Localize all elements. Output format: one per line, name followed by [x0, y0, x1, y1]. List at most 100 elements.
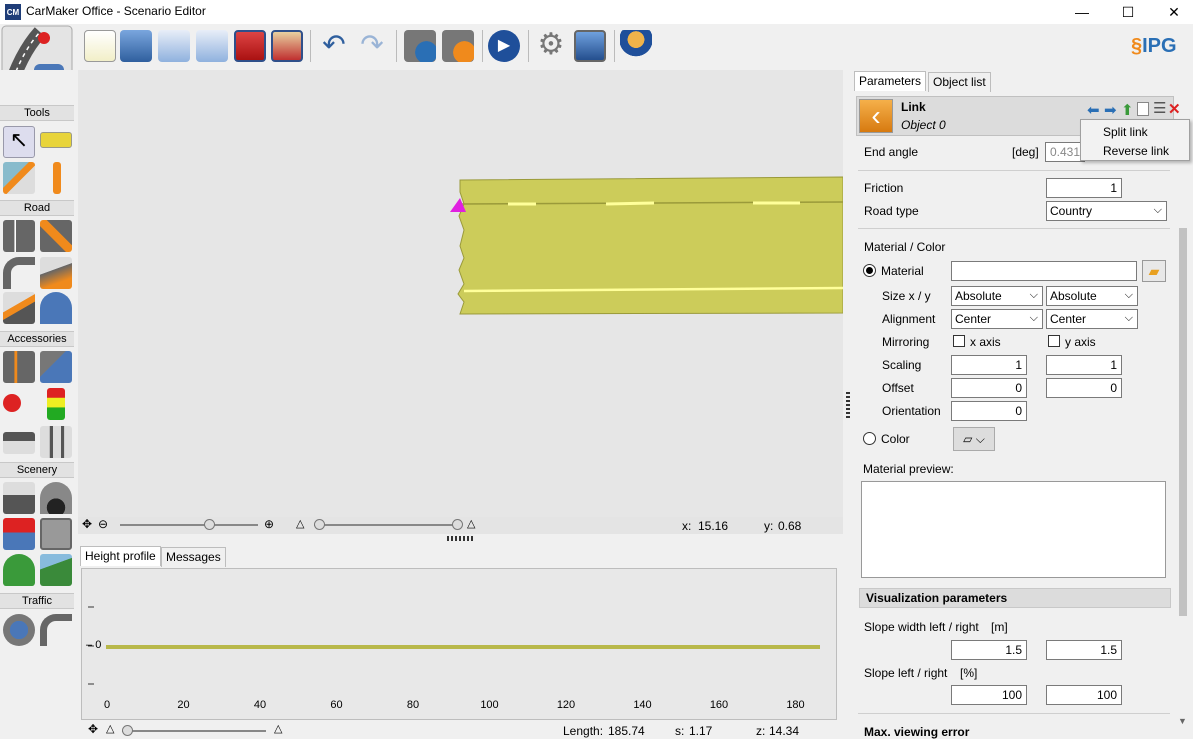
select-pointer-icon[interactable]: ↖ [3, 126, 35, 158]
redo-icon[interactable]: ↷ [356, 30, 388, 62]
offset-x-field[interactable]: 0 [951, 378, 1027, 398]
category-accessories: Accessories [0, 331, 74, 347]
close-button[interactable]: ✕ [1151, 0, 1193, 24]
save-icon[interactable] [234, 30, 266, 62]
zoom-slider[interactable] [120, 524, 258, 526]
tree-icon[interactable] [3, 554, 35, 586]
document-icon[interactable] [1137, 102, 1149, 116]
tab-object-list[interactable]: Object list [928, 72, 991, 92]
slope-width-left-field[interactable]: 1.5 [951, 640, 1027, 660]
junction-icon[interactable] [40, 220, 72, 252]
height-scale-low-icon[interactable]: △ [296, 517, 304, 530]
horizontal-splitter-handle[interactable] [447, 536, 475, 541]
panel-scrollbar[interactable]: ▼ [1175, 156, 1191, 739]
display-settings-icon[interactable] [574, 30, 606, 62]
height-scale-knob-left[interactable] [314, 519, 325, 530]
profile-scale-knob[interactable] [122, 725, 133, 736]
traffic-object-icon[interactable] [3, 614, 35, 646]
stop-sign-icon[interactable] [3, 394, 21, 412]
go-up-icon[interactable]: ⬆ [1121, 101, 1134, 119]
friction-field[interactable]: 1 [1046, 178, 1122, 198]
slope-width-right-field[interactable]: 1.5 [1046, 640, 1122, 660]
material-field[interactable] [951, 261, 1137, 281]
menu-item-split-link[interactable]: Split link [1103, 125, 1148, 139]
zoom-in-icon[interactable]: ⊕ [264, 517, 274, 531]
traffic-route-icon[interactable] [40, 614, 72, 646]
visualization-section-header[interactable]: Visualization parameters [859, 588, 1171, 608]
tab-parameters[interactable]: Parameters [854, 71, 927, 91]
color-picker-icon[interactable]: ▱ ⌵ [953, 427, 995, 451]
menu-icon[interactable]: ☰ [1153, 99, 1166, 117]
maximize-button[interactable]: ☐ [1105, 0, 1151, 24]
scaling-x-field[interactable]: 1 [951, 355, 1027, 375]
pan-icon[interactable]: ✥ [82, 517, 92, 531]
mirror-x-checkbox[interactable] [953, 335, 965, 347]
straight-road-icon[interactable] [3, 220, 35, 252]
tunnel-icon[interactable] [40, 482, 72, 514]
road-marking-icon[interactable] [3, 351, 35, 383]
building-icon[interactable] [3, 518, 35, 550]
export-icon[interactable] [196, 30, 228, 62]
new-file-icon[interactable] [84, 30, 116, 62]
bridge-icon[interactable] [3, 482, 35, 514]
profile-scale-high-icon[interactable]: △ [274, 722, 282, 735]
bollard-icon[interactable] [40, 426, 72, 458]
save-as-icon[interactable] [271, 30, 303, 62]
slope-road-icon[interactable] [3, 292, 35, 324]
prev-object-icon[interactable]: ⬅ [1087, 101, 1100, 119]
marker-tool-icon[interactable] [53, 162, 61, 194]
curve-road-icon[interactable] [3, 257, 35, 289]
ramp-icon[interactable] [40, 257, 72, 289]
object-name: Object 0 [901, 118, 946, 132]
settings-gear-icon[interactable]: ⚙ [535, 30, 567, 62]
play-icon[interactable]: ▶ [488, 30, 520, 62]
profile-pan-icon[interactable]: ✥ [88, 722, 98, 736]
guardrail-icon[interactable] [3, 432, 35, 454]
road-help-icon[interactable] [442, 30, 474, 62]
slope-right-field[interactable]: 100 [1046, 685, 1122, 705]
delete-icon[interactable]: ✕ [1168, 100, 1181, 118]
tab-height-profile[interactable]: Height profile [80, 546, 161, 566]
color-radio[interactable] [863, 432, 876, 445]
offset-y-field[interactable]: 0 [1046, 378, 1122, 398]
height-scale-high-icon[interactable]: △ [467, 517, 475, 530]
profile-scale-slider[interactable] [122, 730, 266, 732]
undo-icon[interactable]: ↶ [318, 30, 350, 62]
import-icon[interactable] [158, 30, 190, 62]
height-scale-slider[interactable] [314, 524, 458, 526]
menu-item-reverse-link[interactable]: Reverse link [1103, 144, 1169, 158]
road-info-icon[interactable] [404, 30, 436, 62]
slope-left-field[interactable]: 100 [951, 685, 1027, 705]
browse-folder-icon[interactable]: ▰ [1142, 260, 1166, 282]
size-x-select[interactable]: Absolute ⌵ [951, 286, 1043, 306]
align-y-select[interactable]: Center ⌵ [1046, 309, 1138, 329]
road-type-select[interactable]: Country ⌵ [1046, 201, 1167, 221]
tab-messages[interactable]: Messages [161, 547, 226, 567]
user-settings-icon[interactable] [620, 30, 652, 62]
orientation-field[interactable]: 0 [951, 401, 1027, 421]
scenario-canvas[interactable] [78, 70, 844, 517]
open-folder-icon[interactable] [120, 30, 152, 62]
measure-ruler-icon[interactable] [40, 132, 72, 148]
map-tool-icon[interactable] [3, 162, 35, 194]
profile-scale-low-icon[interactable]: △ [106, 722, 114, 735]
mirror-y-checkbox[interactable] [1048, 335, 1060, 347]
road-segment[interactable] [457, 176, 844, 315]
terrain-icon[interactable] [40, 554, 72, 586]
align-x-select[interactable]: Center ⌵ [951, 309, 1043, 329]
minimize-button[interactable]: — [1059, 0, 1105, 24]
height-scale-knob-right[interactable] [452, 519, 463, 530]
zoom-slider-knob[interactable] [204, 519, 215, 530]
road-object-icon[interactable] [40, 351, 72, 383]
end-angle-field[interactable]: 0.431 [1045, 142, 1085, 162]
size-y-select[interactable]: Absolute ⌵ [1046, 286, 1138, 306]
material-radio[interactable] [863, 264, 876, 277]
scroll-down-icon[interactable]: ▼ [1178, 716, 1187, 726]
zoom-out-icon[interactable]: ⊖ [98, 517, 108, 531]
panel-scrollbar-thumb[interactable] [1179, 228, 1187, 616]
next-object-icon[interactable]: ➡ [1104, 101, 1117, 119]
traffic-light-icon[interactable] [47, 388, 65, 420]
scaling-y-field[interactable]: 1 [1046, 355, 1122, 375]
scenery-object-icon[interactable] [40, 518, 72, 550]
tunnel-road-icon[interactable] [40, 292, 72, 324]
